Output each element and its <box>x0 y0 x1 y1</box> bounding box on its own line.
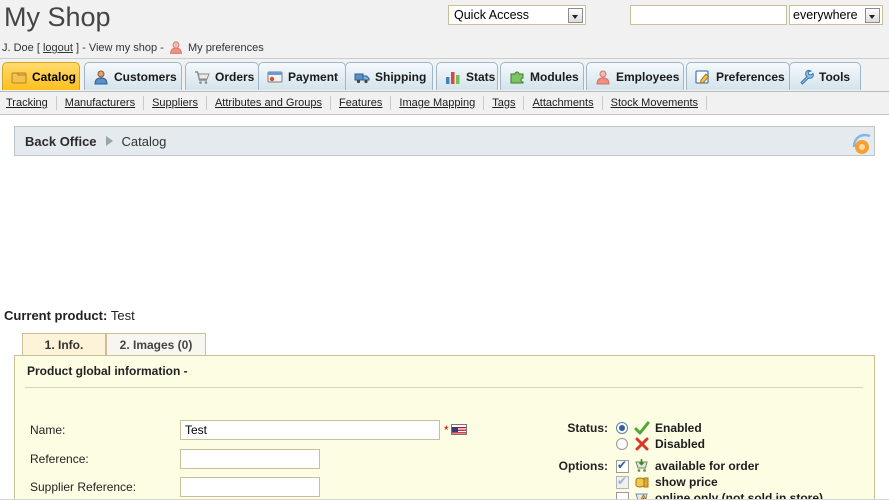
main-tab-tools[interactable]: Tools <box>789 62 861 90</box>
subnav-item-tags[interactable]: Tags <box>484 96 525 110</box>
app-window: My Shop J. Doe [ logout ] - View my shop… <box>0 0 889 500</box>
main-tab-employees[interactable]: Employees <box>586 62 684 90</box>
product-tab-1[interactable]: 1. Info. <box>22 333 106 355</box>
us-flag-icon[interactable] <box>451 424 467 435</box>
option-checkbox-0[interactable] <box>616 458 629 473</box>
main-tab-label: Modules <box>530 69 579 84</box>
field-input-1[interactable] <box>180 449 320 469</box>
required-marker: * <box>444 423 449 437</box>
chevron-down-icon[interactable] <box>865 8 880 23</box>
red-cross-icon <box>634 436 650 455</box>
subnav-item-stock-movements[interactable]: Stock Movements <box>603 96 708 110</box>
main-tab-label: Employees <box>616 69 680 84</box>
product-tab-label: 1. Info. <box>44 337 84 352</box>
help-feed-icon[interactable] <box>852 131 874 155</box>
user-mid-text: ] - View my shop - <box>76 42 164 54</box>
puzzle-icon <box>509 69 525 85</box>
main-tab-catalog[interactable]: Catalog <box>2 62 80 90</box>
breadcrumb: Back Office Catalog <box>14 126 875 156</box>
status-option-label-0: Enabled <box>655 421 702 435</box>
option-label-1: show price <box>655 475 718 489</box>
main-tab-label: Preferences <box>716 69 785 84</box>
search-scope-select[interactable]: everywhere <box>789 5 883 25</box>
payment-icon <box>267 69 283 85</box>
user-info-line: J. Doe [ logout ] - View my shop - My pr… <box>2 41 264 55</box>
user-icon <box>169 41 183 55</box>
status-radio-disabled[interactable] <box>616 438 628 450</box>
sub-navigation: Tracking Manufacturers Suppliers Attributes… <box>0 92 889 115</box>
options-label: Options: <box>558 459 608 473</box>
shop-title: My Shop <box>4 2 111 32</box>
current-product-value: Test <box>110 308 135 323</box>
user-name-prefix: J. Doe [ <box>2 42 40 54</box>
chevron-right-icon <box>105 136 113 146</box>
status-label: Status: <box>567 421 608 435</box>
main-tab-label: Catalog <box>32 69 77 84</box>
field-label-1: Reference: <box>30 452 89 466</box>
product-tab-2[interactable]: 2. Images (0) <box>106 333 206 355</box>
panel-title: Product global information - <box>27 364 188 378</box>
current-product: Current product: Test <box>4 308 135 323</box>
main-tab-orders[interactable]: Orders <box>185 62 259 90</box>
truck-icon <box>354 69 370 85</box>
main-tab-bar: Catalog Customers Orders Payment Shipping Sta… <box>0 59 889 92</box>
main-tab-label: Tools <box>819 69 851 84</box>
main-tab-label: Orders <box>215 69 255 84</box>
status-radio-enabled[interactable] <box>616 422 628 434</box>
my-preferences-link[interactable]: My preferences <box>188 42 264 54</box>
chevron-down-icon[interactable] <box>568 8 583 23</box>
main-tab-payment[interactable]: Payment <box>258 62 346 90</box>
subnav-item-manufacturers[interactable]: Manufacturers <box>57 96 145 110</box>
main-tab-label: Shipping <box>375 69 427 84</box>
search-scope-label: everywhere <box>793 8 858 22</box>
employee-icon <box>595 69 611 85</box>
wrench-icon <box>798 69 814 85</box>
main-tab-label: Stats <box>466 69 496 84</box>
search-input[interactable] <box>630 5 787 25</box>
cart-icon <box>194 69 210 85</box>
main-tab-label: Customers <box>114 69 177 84</box>
field-input-2[interactable] <box>180 477 320 497</box>
main-tab-preferences[interactable]: Preferences <box>686 62 790 90</box>
quick-access-label: Quick Access <box>454 8 530 22</box>
option-checkbox-1 <box>616 474 629 489</box>
breadcrumb-current: Catalog <box>121 133 167 149</box>
bar-chart-icon <box>445 69 461 85</box>
main-tab-modules[interactable]: Modules <box>500 62 584 90</box>
panel-divider <box>25 387 863 388</box>
page-header: My Shop J. Doe [ logout ] - View my shop… <box>0 0 889 59</box>
subnav-item-attachments[interactable]: Attachments <box>524 96 603 110</box>
option-label-0: available for order <box>655 459 760 473</box>
folder-icon <box>11 69 27 85</box>
field-input-0[interactable]: Test <box>180 420 440 440</box>
field-label-0: Name: <box>30 423 66 437</box>
subnav-item-tracking[interactable]: Tracking <box>0 96 57 110</box>
customer-icon <box>93 69 109 85</box>
subnav-item-attributes-and-groups[interactable]: Attributes and Groups <box>207 96 331 110</box>
product-tab-label: 2. Images (0) <box>119 337 193 352</box>
current-product-label: Current product: <box>4 308 108 323</box>
status-option-label-1: Disabled <box>655 437 706 451</box>
main-tab-customers[interactable]: Customers <box>84 62 182 90</box>
logout-link[interactable]: logout <box>43 42 73 54</box>
field-label-2: Supplier Reference: <box>30 480 137 494</box>
main-tab-stats[interactable]: Stats <box>436 62 498 90</box>
quick-access-select[interactable]: Quick Access <box>448 5 586 25</box>
subnav-item-features[interactable]: Features <box>331 96 392 110</box>
content-area: Back Office Catalog Current product: Tes… <box>0 115 889 500</box>
main-tab-shipping[interactable]: Shipping <box>345 62 433 90</box>
pencil-note-icon <box>695 69 711 85</box>
breadcrumb-root[interactable]: Back Office <box>25 134 97 149</box>
main-tab-label: Payment <box>288 69 339 84</box>
subnav-item-image-mapping[interactable]: Image Mapping <box>391 96 485 110</box>
subnav-item-suppliers[interactable]: Suppliers <box>144 96 207 110</box>
